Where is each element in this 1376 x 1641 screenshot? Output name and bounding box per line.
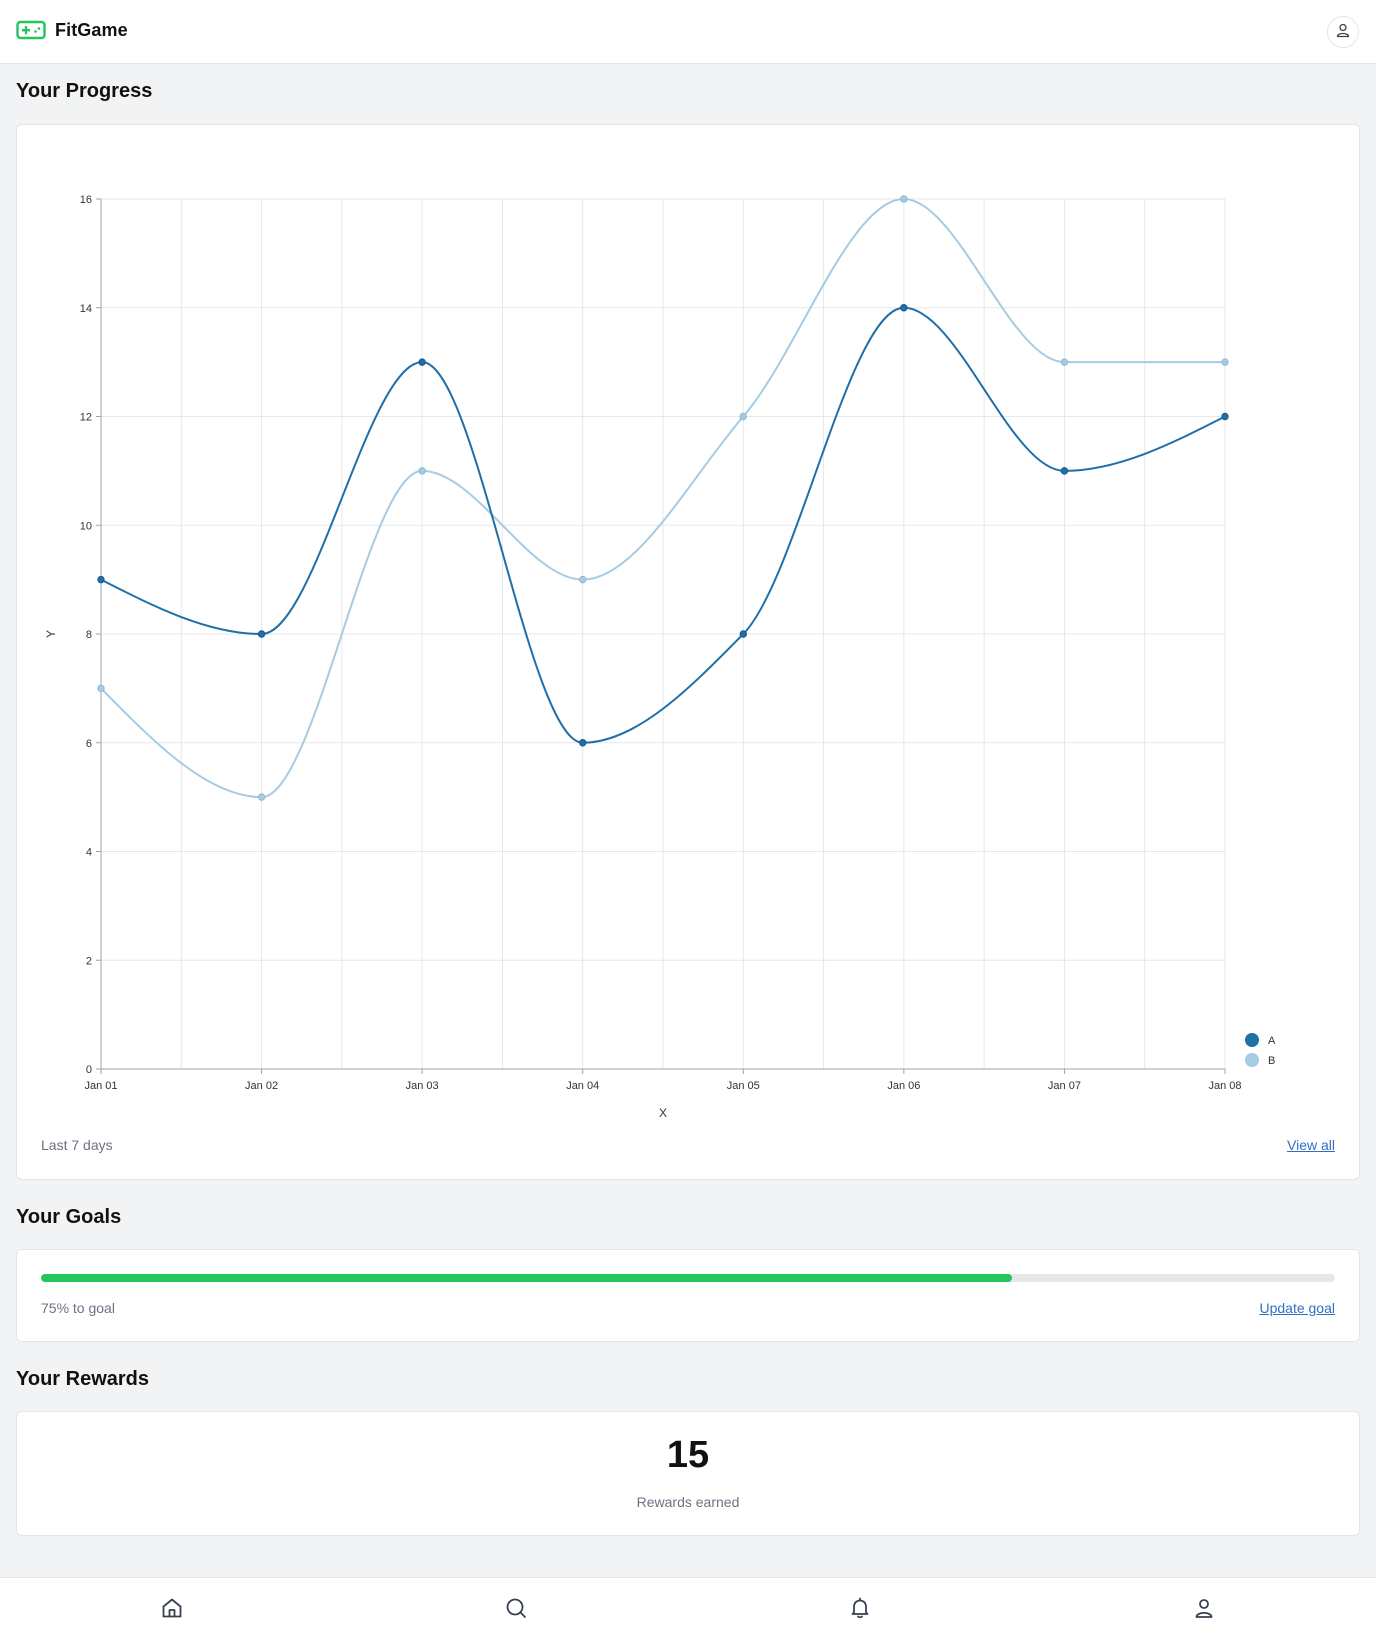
bottom-nav <box>0 1577 1376 1641</box>
x-tick-label: Jan 03 <box>406 1080 439 1092</box>
progress-chart: 0 2 4 6 8 10 12 14 16 Jan 01 Jan 02 Jan 03 Jan 04 Jan… <box>44 194 1276 1120</box>
series-a-point <box>739 630 747 638</box>
rewards-card: 15 Rewards earned <box>16 1411 1360 1536</box>
user-icon <box>1335 22 1351 43</box>
brand[interactable]: FitGame <box>16 19 128 41</box>
goals-section-title: Your Goals <box>16 1206 122 1228</box>
bell-icon <box>848 1596 872 1625</box>
top-bar: FitGame <box>0 0 1376 64</box>
series-b-point <box>97 684 105 693</box>
series-a-point <box>257 630 266 638</box>
y-tick-label: 8 <box>86 629 92 641</box>
y-tick-label: 12 <box>80 412 92 424</box>
y-tick-label: 4 <box>86 847 92 859</box>
progress-period-text: Last 7 days <box>41 1137 113 1153</box>
x-tick-label: Jan 04 <box>566 1080 599 1092</box>
nav-notifications-button[interactable] <box>846 1596 874 1624</box>
y-tick-label: 16 <box>80 194 92 206</box>
y-tick-label: 2 <box>86 955 92 967</box>
nav-search-button[interactable] <box>502 1596 530 1624</box>
goal-progress-fill <box>41 1274 1012 1282</box>
series-a-point <box>1221 412 1229 421</box>
legend-label-b: B <box>1268 1055 1275 1067</box>
update-goal-link[interactable]: Update goal <box>1259 1300 1335 1316</box>
nav-home-button[interactable] <box>158 1596 186 1624</box>
legend-swatch-a <box>1245 1033 1259 1047</box>
rewards-section-title: Your Rewards <box>16 1368 149 1390</box>
goal-progress-text: 75% to goal <box>41 1300 115 1316</box>
nav-profile-button[interactable] <box>1190 1596 1218 1624</box>
x-tick-label: Jan 08 <box>1208 1080 1241 1092</box>
user-icon <box>1192 1596 1216 1625</box>
series-a-point <box>1060 467 1069 475</box>
series-b-point <box>257 793 266 801</box>
profile-button[interactable] <box>1327 16 1359 48</box>
x-axis-label: X <box>659 1106 667 1120</box>
home-icon <box>160 1596 184 1625</box>
y-tick-label: 0 <box>86 1064 92 1076</box>
series-b-point <box>579 575 587 584</box>
app-name: FitGame <box>55 19 128 40</box>
series-a-point <box>97 575 105 584</box>
series-b-point <box>739 412 747 421</box>
progress-section-title: Your Progress <box>16 80 153 102</box>
legend-label-a: A <box>1268 1035 1276 1047</box>
series-b-point <box>418 467 426 475</box>
y-axis-label: Y <box>44 630 58 638</box>
gamepad-icon <box>16 19 46 41</box>
search-icon <box>504 1596 528 1625</box>
y-tick-label: 10 <box>80 520 92 532</box>
goal-progress-bar <box>41 1274 1335 1282</box>
series-a-point <box>900 304 908 312</box>
series-a-point <box>418 358 426 366</box>
x-tick-label: Jan 01 <box>84 1080 117 1092</box>
y-tick-label: 14 <box>80 303 92 315</box>
y-tick-label: 6 <box>86 738 92 750</box>
series-b-point <box>1060 358 1069 366</box>
goals-card: 75% to goal Update goal <box>16 1249 1360 1342</box>
progress-card: 0 2 4 6 8 10 12 14 16 Jan 01 Jan 02 Jan 03 Jan 04 Jan… <box>16 124 1360 1180</box>
rewards-label: Rewards earned <box>636 1494 740 1510</box>
series-b-point <box>1221 358 1229 366</box>
x-tick-label: Jan 05 <box>727 1080 760 1092</box>
x-tick-label: Jan 06 <box>887 1080 920 1092</box>
legend-swatch-b <box>1245 1053 1259 1067</box>
view-all-link[interactable]: View all <box>1287 1137 1335 1153</box>
x-tick-label: Jan 07 <box>1048 1080 1081 1092</box>
x-tick-label: Jan 02 <box>245 1080 278 1092</box>
rewards-count: 15 <box>666 1434 710 1476</box>
series-b-point <box>900 195 908 203</box>
series-a-point <box>579 739 587 747</box>
